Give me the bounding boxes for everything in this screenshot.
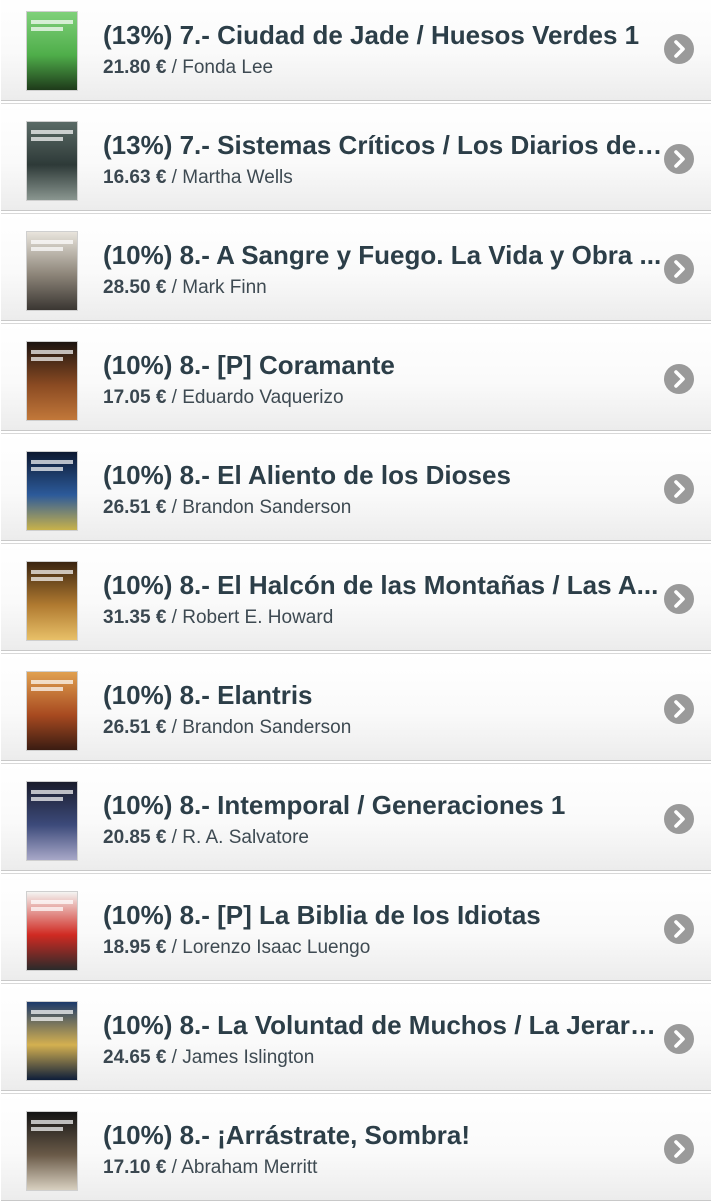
book-title: (10%) 8.- [P] Coramante bbox=[103, 350, 395, 380]
list-item[interactable]: (10%) 8.- El Aliento de los Dioses 26.51 … bbox=[1, 433, 711, 541]
book-title: (13%) 7.- Sistemas Críticos / Los Diario… bbox=[103, 130, 663, 160]
book-cover-thumbnail bbox=[26, 1111, 78, 1191]
meta-separator: / bbox=[166, 937, 183, 958]
book-title: (10%) 8.- El Aliento de los Dioses bbox=[103, 460, 511, 490]
book-author: Eduardo Vaquerizo bbox=[182, 387, 344, 408]
chevron-right-circle-icon[interactable] bbox=[664, 364, 694, 394]
list-item[interactable]: (10%) 8.- [P] La Biblia de los Idiotas 18… bbox=[1, 873, 711, 981]
book-cover-thumbnail bbox=[26, 561, 78, 641]
book-author: Lorenzo Isaac Luengo bbox=[182, 937, 371, 958]
book-price: 26.51 € bbox=[103, 497, 167, 518]
book-title: (10%) 8.- La Voluntad de Muchos / La Jer… bbox=[103, 1010, 663, 1040]
meta-separator: / bbox=[166, 1047, 183, 1068]
book-cover-thumbnail bbox=[26, 671, 78, 751]
book-cover-thumbnail bbox=[26, 121, 78, 201]
meta-separator: / bbox=[166, 827, 183, 848]
book-author: Robert E. Howard bbox=[182, 607, 334, 628]
book-meta: 17.10 € / Abraham Merritt bbox=[103, 1157, 317, 1179]
book-author: Fonda Lee bbox=[182, 57, 274, 78]
book-cover-thumbnail bbox=[26, 781, 78, 861]
book-price: 17.10 € bbox=[103, 1157, 167, 1178]
book-price: 17.05 € bbox=[103, 387, 167, 408]
book-meta: 24.65 € / James Islington bbox=[103, 1047, 314, 1069]
meta-separator: / bbox=[166, 387, 183, 408]
meta-separator: / bbox=[166, 57, 183, 78]
book-price: 16.63 € bbox=[103, 167, 167, 188]
book-meta: 17.05 € / Eduardo Vaquerizo bbox=[103, 387, 344, 409]
book-title: (10%) 8.- [P] La Biblia de los Idiotas bbox=[103, 900, 541, 930]
book-title: (10%) 8.- ¡Arrástrate, Sombra! bbox=[103, 1120, 470, 1150]
chevron-right-circle-icon[interactable] bbox=[664, 1024, 694, 1054]
book-list: (13%) 7.- Ciudad de Jade / Huesos Verdes… bbox=[0, 0, 712, 1203]
list-item[interactable]: (10%) 8.- Elantris 26.51 € / Brandon Sand… bbox=[1, 653, 711, 761]
meta-separator: / bbox=[166, 167, 183, 188]
list-item[interactable]: (10%) 8.- La Voluntad de Muchos / La Jer… bbox=[1, 983, 711, 1091]
list-item[interactable]: (13%) 7.- Sistemas Críticos / Los Diario… bbox=[1, 103, 711, 211]
book-title: (10%) 8.- A Sangre y Fuego. La Vida y Ob… bbox=[103, 240, 662, 270]
book-price: 20.85 € bbox=[103, 827, 167, 848]
chevron-right-circle-icon[interactable] bbox=[664, 804, 694, 834]
book-meta: 21.80 € / Fonda Lee bbox=[103, 57, 273, 79]
book-author: Abraham Merritt bbox=[181, 1157, 318, 1178]
book-author: James Islington bbox=[182, 1047, 315, 1068]
meta-separator: / bbox=[166, 1157, 182, 1178]
book-author: Martha Wells bbox=[182, 167, 293, 188]
book-price: 26.51 € bbox=[103, 717, 167, 738]
chevron-right-circle-icon[interactable] bbox=[664, 254, 694, 284]
book-price: 28.50 € bbox=[103, 277, 167, 298]
book-author: Brandon Sanderson bbox=[182, 497, 352, 518]
book-title: (10%) 8.- El Halcón de las Montañas / La… bbox=[103, 570, 659, 600]
book-meta: 18.95 € / Lorenzo Isaac Luengo bbox=[103, 937, 370, 959]
meta-separator: / bbox=[166, 607, 183, 628]
meta-separator: / bbox=[166, 497, 183, 518]
chevron-right-circle-icon[interactable] bbox=[664, 34, 694, 64]
book-meta: 16.63 € / Martha Wells bbox=[103, 167, 293, 189]
book-price: 18.95 € bbox=[103, 937, 167, 958]
book-author: Mark Finn bbox=[182, 277, 267, 298]
chevron-right-circle-icon[interactable] bbox=[664, 1134, 694, 1164]
book-cover-thumbnail bbox=[26, 341, 78, 421]
book-title: (10%) 8.- Intemporal / Generaciones 1 bbox=[103, 790, 566, 820]
chevron-right-circle-icon[interactable] bbox=[664, 584, 694, 614]
book-author: Brandon Sanderson bbox=[182, 717, 352, 738]
book-meta: 28.50 € / Mark Finn bbox=[103, 277, 267, 299]
book-title: (10%) 8.- Elantris bbox=[103, 680, 313, 710]
meta-separator: / bbox=[166, 717, 183, 738]
book-cover-thumbnail bbox=[26, 11, 78, 91]
book-price: 21.80 € bbox=[103, 57, 167, 78]
list-item[interactable]: (10%) 8.- Intemporal / Generaciones 1 20.… bbox=[1, 763, 711, 871]
chevron-right-circle-icon[interactable] bbox=[664, 694, 694, 724]
book-meta: 26.51 € / Brandon Sanderson bbox=[103, 717, 351, 739]
book-cover-thumbnail bbox=[26, 891, 78, 971]
book-author: R. A. Salvatore bbox=[182, 827, 309, 848]
list-item[interactable]: (10%) 8.- [P] Coramante 17.05 € / Eduardo… bbox=[1, 323, 711, 431]
chevron-right-circle-icon[interactable] bbox=[664, 474, 694, 504]
chevron-right-circle-icon[interactable] bbox=[664, 144, 694, 174]
book-title: (13%) 7.- Ciudad de Jade / Huesos Verdes… bbox=[103, 20, 640, 50]
book-cover-thumbnail bbox=[26, 451, 78, 531]
book-meta: 26.51 € / Brandon Sanderson bbox=[103, 497, 351, 519]
book-price: 24.65 € bbox=[103, 1047, 167, 1068]
book-cover-thumbnail bbox=[26, 1001, 78, 1081]
book-meta: 31.35 € / Robert E. Howard bbox=[103, 607, 333, 629]
list-item[interactable]: (10%) 8.- ¡Arrástrate, Sombra! 17.10 € / … bbox=[1, 1093, 711, 1201]
list-item[interactable]: (10%) 8.- A Sangre y Fuego. La Vida y Ob… bbox=[1, 213, 711, 321]
book-price: 31.35 € bbox=[103, 607, 167, 628]
list-item[interactable]: (13%) 7.- Ciudad de Jade / Huesos Verdes… bbox=[1, 0, 711, 101]
book-cover-thumbnail bbox=[26, 231, 78, 311]
chevron-right-circle-icon[interactable] bbox=[664, 914, 694, 944]
list-item[interactable]: (10%) 8.- El Halcón de las Montañas / La… bbox=[1, 543, 711, 651]
meta-separator: / bbox=[166, 277, 183, 298]
book-meta: 20.85 € / R. A. Salvatore bbox=[103, 827, 309, 849]
